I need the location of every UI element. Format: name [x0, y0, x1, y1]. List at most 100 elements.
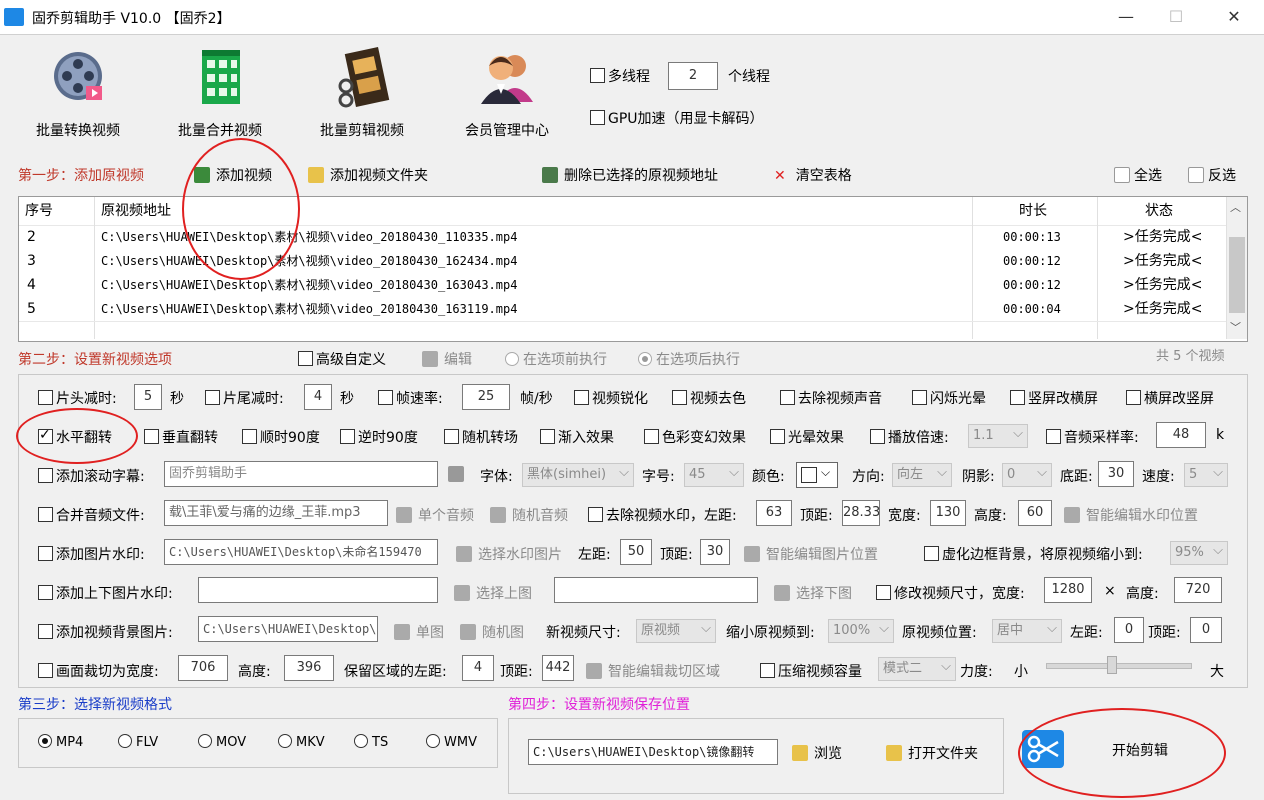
ccw90-checkbox[interactable]: 逆时90度 — [340, 427, 418, 447]
bg-image-path-input[interactable]: C:\Users\HUAWEI\Desktop\ — [198, 616, 378, 642]
add-video-button[interactable]: 添加视频 — [194, 165, 272, 185]
remove-wm-check[interactable] — [588, 507, 603, 522]
cw90-checkbox[interactable]: 顺时90度 — [242, 427, 320, 447]
single-image-button[interactable]: 单图 — [394, 622, 444, 642]
format-wmv-radio[interactable]: WMV — [426, 734, 477, 750]
head-cut-checkbox[interactable]: 片头减时: — [38, 388, 117, 408]
merge-audio-check[interactable] — [38, 507, 53, 522]
smart-crop-button[interactable]: 智能编辑裁切区域 — [586, 661, 720, 681]
random-trans-checkbox[interactable]: 随机转场 — [444, 427, 518, 447]
force-slider[interactable] — [1046, 663, 1192, 669]
advanced-check[interactable] — [298, 351, 313, 366]
subtitle-edit-icon[interactable] — [448, 466, 470, 483]
compress-checkbox[interactable]: 压缩视频容量 — [760, 661, 862, 681]
keep-top-input[interactable]: 442 — [542, 655, 574, 681]
img-wm-check[interactable] — [38, 546, 53, 561]
open-folder-button[interactable]: 打开文件夹 — [886, 743, 978, 763]
flash-check[interactable] — [912, 390, 927, 405]
member-center-button[interactable]: 会员管理中心 — [447, 40, 567, 140]
table-row[interactable]: 5 C:\Users\HUAWEI\Desktop\素材\视频\video_20… — [19, 297, 1227, 321]
vflip-checkbox[interactable]: 垂直翻转 — [144, 427, 218, 447]
fade-in-checkbox[interactable]: 渐入效果 — [540, 427, 614, 447]
select-all-button[interactable]: 全选 — [1114, 165, 1162, 185]
fade-in-check[interactable] — [540, 429, 555, 444]
mute-check[interactable] — [780, 390, 795, 405]
bottom-image-input[interactable] — [554, 577, 758, 603]
gpu-checkbox[interactable]: GPU加速（用显卡解码） — [590, 108, 764, 128]
glow-checkbox[interactable]: 光晕效果 — [770, 427, 844, 447]
bg-image-check[interactable] — [38, 624, 53, 639]
thread-count-input[interactable]: 2 — [668, 62, 718, 90]
newsize-dropdown[interactable]: 原视频 — [636, 619, 716, 643]
format-mov-radio[interactable]: MOV — [198, 734, 246, 750]
radio-dot[interactable] — [38, 734, 52, 748]
random-trans-check[interactable] — [444, 429, 459, 444]
top-image-input[interactable] — [198, 577, 438, 603]
scroll-speed-dropdown[interactable]: 5 — [1184, 463, 1228, 487]
dir-dropdown[interactable]: 向左 — [892, 463, 952, 487]
ccw90-check[interactable] — [340, 429, 355, 444]
delete-selected-button[interactable]: 删除已选择的原视频地址 — [542, 165, 718, 185]
fps-input[interactable]: 25 — [462, 384, 510, 410]
tail-cut-check[interactable] — [205, 390, 220, 405]
audio-path-input[interactable]: 载\王菲\爱与痛的边缘_王菲.mp3 — [164, 500, 388, 526]
select-bottom-image-button[interactable]: 选择下图 — [774, 583, 852, 603]
resize-check[interactable] — [876, 585, 891, 600]
format-flv-radio[interactable]: FLV — [118, 734, 158, 750]
font-dropdown[interactable]: 黑体(simhei) — [522, 463, 634, 487]
smart-wm-button[interactable]: 智能编辑水印位置 — [1064, 505, 1198, 525]
wm-width-input[interactable]: 130 — [930, 500, 966, 526]
select-wm-image-button[interactable]: 选择水印图片 — [456, 544, 562, 564]
select-top-image-button[interactable]: 选择上图 — [454, 583, 532, 603]
bg-top-input[interactable]: 0 — [1190, 617, 1222, 643]
resize-checkbox[interactable]: 修改视频尺寸，宽度: — [876, 583, 1025, 603]
merge-audio-checkbox[interactable]: 合并音频文件: — [38, 505, 145, 525]
wm-height-input[interactable]: 60 — [1018, 500, 1052, 526]
sample-checkbox[interactable]: 音频采样率: — [1046, 427, 1139, 447]
random-audio-button[interactable]: 随机音频 — [490, 505, 568, 525]
h2v-checkbox[interactable]: 横屏改竖屏 — [1126, 388, 1214, 408]
format-mkv-radio[interactable]: MKV — [278, 734, 325, 750]
compress-mode-dropdown[interactable]: 模式二 — [878, 657, 956, 681]
subtitle-checkbox[interactable]: 添加滚动字幕: — [38, 466, 145, 486]
resize-height-input[interactable]: 720 — [1174, 577, 1222, 603]
advanced-checkbox[interactable]: 高级自定义 — [298, 349, 386, 369]
crop-width-input[interactable]: 706 — [178, 655, 228, 681]
force-slider-thumb[interactable] — [1106, 656, 1117, 674]
h2v-check[interactable] — [1126, 390, 1141, 405]
after-radio-dot[interactable] — [638, 352, 652, 366]
pos-dropdown[interactable]: 居中 — [992, 619, 1062, 643]
img-top-input[interactable]: 30 — [700, 539, 730, 565]
radio-dot[interactable] — [354, 734, 368, 748]
start-edit-button[interactable]: 开始剪辑 — [1014, 712, 1214, 788]
random-image-button[interactable]: 随机图 — [460, 622, 524, 642]
blur-bg-check[interactable] — [924, 546, 939, 561]
updown-wm-checkbox[interactable]: 添加上下图片水印: — [38, 583, 173, 603]
flash-checkbox[interactable]: 闪烁光晕 — [912, 388, 986, 408]
table-row[interactable]: 3 C:\Users\HUAWEI\Desktop\素材\视频\video_20… — [19, 249, 1227, 273]
radio-dot[interactable] — [278, 734, 292, 748]
speed-check[interactable] — [870, 429, 885, 444]
invert-select-button[interactable]: 反选 — [1188, 165, 1236, 185]
sample-input[interactable]: 48 — [1156, 422, 1206, 448]
decolor-checkbox[interactable]: 视频去色 — [672, 388, 746, 408]
v2h-checkbox[interactable]: 竖屏改横屏 — [1010, 388, 1098, 408]
head-cut-check[interactable] — [38, 390, 53, 405]
size-dropdown[interactable]: 45 — [684, 463, 744, 487]
before-radio-dot[interactable] — [505, 352, 519, 366]
sharpen-checkbox[interactable]: 视频锐化 — [574, 388, 648, 408]
v2h-check[interactable] — [1010, 390, 1025, 405]
speed-checkbox[interactable]: 播放倍速: — [870, 427, 949, 447]
multithread-checkbox[interactable]: 多线程 — [590, 66, 650, 86]
speed-dropdown[interactable]: 1.1 — [968, 424, 1028, 448]
smart-img-button[interactable]: 智能编辑图片位置 — [744, 544, 878, 564]
format-mp4-radio[interactable]: MP4 — [38, 734, 83, 750]
color-fx-checkbox[interactable]: 色彩变幻效果 — [644, 427, 746, 447]
after-radio[interactable]: 在选项后执行 — [638, 349, 740, 369]
hflip-check[interactable] — [38, 426, 53, 444]
batch-cut-button[interactable]: 批量剪辑视频 — [302, 40, 422, 140]
radio-dot[interactable] — [118, 734, 132, 748]
save-path-input[interactable]: C:\Users\HUAWEI\Desktop\镜像翻转 — [528, 739, 778, 765]
remove-wm-checkbox[interactable]: 去除视频水印，左距: — [588, 505, 737, 525]
decolor-check[interactable] — [672, 390, 687, 405]
